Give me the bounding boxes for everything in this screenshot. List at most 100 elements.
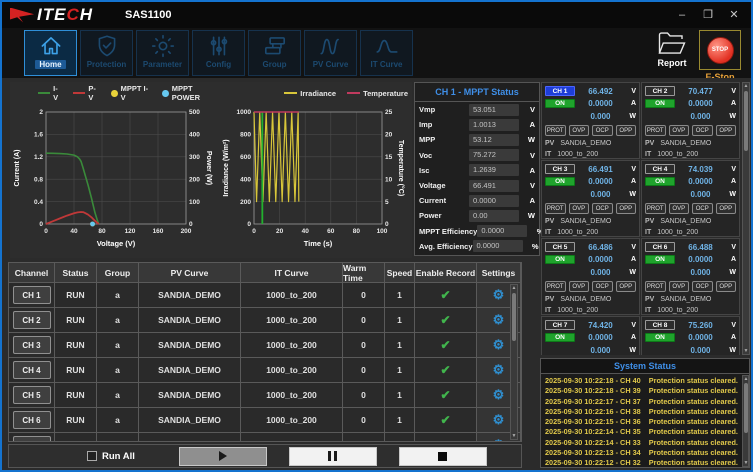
gear-icon[interactable]: ⚙ xyxy=(493,287,505,303)
channel-cell-button[interactable]: CH 1 xyxy=(13,286,51,304)
prot-button-prot[interactable]: PROT xyxy=(645,125,666,136)
report-button[interactable]: Report xyxy=(657,30,687,68)
column-header-channel[interactable]: Channel xyxy=(9,263,55,283)
prot-button-ocp[interactable]: OCP xyxy=(592,203,613,214)
close-button[interactable]: ✕ xyxy=(721,5,747,25)
cell-it_curve: 1000_to_200 xyxy=(241,383,343,408)
prot-button-opp[interactable]: OPP xyxy=(616,125,637,136)
channel-select-button[interactable]: CH 5 xyxy=(545,242,575,252)
prot-button-ocp[interactable]: OCP xyxy=(692,281,713,292)
channel-select-button[interactable]: CH 7 xyxy=(545,320,575,330)
gear-icon[interactable]: ⚙ xyxy=(493,387,505,403)
channel-cell-button[interactable]: CH 5 xyxy=(13,386,51,404)
toolbar-item-it-curve[interactable]: IT Curve xyxy=(360,30,413,76)
pause-button[interactable] xyxy=(289,447,377,466)
channel-cell-button[interactable]: CH 3 xyxy=(13,336,51,354)
run-all-checkbox[interactable] xyxy=(87,451,97,461)
legend-item-p-v: P-V xyxy=(73,84,100,102)
channel-select-button[interactable]: CH 6 xyxy=(645,242,675,252)
column-header-enable-record[interactable]: Enable Record xyxy=(415,263,477,283)
channel-cell-button[interactable]: CH 7 xyxy=(13,436,51,442)
legend-label: P-V xyxy=(88,84,100,102)
table-row[interactable]: CH 1RUNaSANDIA_DEMO1000_to_20001✔⚙ xyxy=(9,283,521,308)
channel-select-button[interactable]: CH 8 xyxy=(645,320,675,330)
prot-button-opp[interactable]: OPP xyxy=(716,203,737,214)
column-header-status[interactable]: Status xyxy=(55,263,97,283)
prot-button-prot[interactable]: PROT xyxy=(545,125,566,136)
channel-on-button[interactable]: ON xyxy=(545,255,575,264)
prot-button-opp[interactable]: OPP xyxy=(616,203,637,214)
column-header-settings[interactable]: Settings xyxy=(477,263,521,283)
system-log-scrollbar[interactable]: ▲ ▼ xyxy=(742,375,749,467)
channel-on-button[interactable]: ON xyxy=(545,333,575,342)
channel-cell-button[interactable]: CH 4 xyxy=(13,361,51,379)
prot-button-prot[interactable]: PROT xyxy=(645,203,666,214)
stop-button[interactable] xyxy=(399,447,487,466)
column-header-it-curve[interactable]: IT Curve xyxy=(241,263,343,283)
prot-button-ovp[interactable]: OVP xyxy=(569,281,590,292)
channel-cell-button[interactable]: CH 2 xyxy=(13,311,51,329)
main-toolbar: HomeProtectionParameterConfigGroupPV Cur… xyxy=(2,28,751,78)
table-row[interactable]: CH 7RUNaSANDIA_DEMO1000_to_20001✔⚙ xyxy=(9,433,521,442)
prot-button-opp[interactable]: OPP xyxy=(716,125,737,136)
gear-icon[interactable]: ⚙ xyxy=(493,312,505,328)
table-row[interactable]: CH 3RUNaSANDIA_DEMO1000_to_20001✔⚙ xyxy=(9,333,521,358)
channel-on-button[interactable]: ON xyxy=(645,255,675,264)
channel-on-button[interactable]: ON xyxy=(545,99,575,108)
column-header-warm-time[interactable]: Warm Time xyxy=(343,263,385,283)
toolbar-item-config[interactable]: Config xyxy=(192,30,245,76)
channel-cell-button[interactable]: CH 6 xyxy=(13,411,51,429)
channel-on-button[interactable]: ON xyxy=(545,177,575,186)
play-button[interactable] xyxy=(179,447,267,466)
prot-button-opp[interactable]: OPP xyxy=(616,281,637,292)
toolbar-item-pv-curve[interactable]: PV Curve xyxy=(304,30,357,76)
toolbar-item-group[interactable]: Group xyxy=(248,30,301,76)
gear-icon[interactable]: ⚙ xyxy=(493,437,505,442)
gear-icon[interactable]: ⚙ xyxy=(493,362,505,378)
column-header-speed[interactable]: Speed xyxy=(385,263,415,283)
maximize-button[interactable]: ❒ xyxy=(695,5,721,25)
table-row[interactable]: CH 6RUNaSANDIA_DEMO1000_to_20001✔⚙ xyxy=(9,408,521,433)
channel-value: 0.000 xyxy=(577,346,624,355)
estop-button[interactable]: STOP E-Stop xyxy=(699,30,741,82)
gear-icon[interactable]: ⚙ xyxy=(493,412,505,428)
prot-button-prot[interactable]: PROT xyxy=(645,281,666,292)
toolbar-item-protection[interactable]: Protection xyxy=(80,30,133,76)
prot-button-opp[interactable]: OPP xyxy=(716,281,737,292)
svg-text:25: 25 xyxy=(385,109,393,116)
prot-button-prot[interactable]: PROT xyxy=(545,281,566,292)
prot-button-ocp[interactable]: OCP xyxy=(592,281,613,292)
minimize-button[interactable]: – xyxy=(669,5,695,25)
cell-group: a xyxy=(97,383,139,408)
toolbar-item-parameter[interactable]: Parameter xyxy=(136,30,189,76)
prot-button-ovp[interactable]: OVP xyxy=(669,125,690,136)
gear-icon[interactable]: ⚙ xyxy=(493,337,505,353)
prot-button-ocp[interactable]: OCP xyxy=(592,125,613,136)
table-row[interactable]: CH 5RUNaSANDIA_DEMO1000_to_20001✔⚙ xyxy=(9,383,521,408)
column-header-group[interactable]: Group xyxy=(97,263,139,283)
prot-button-ovp[interactable]: OVP xyxy=(569,203,590,214)
cell-pv_curve: SANDIA_DEMO xyxy=(139,358,241,383)
channel-grid-scrollbar[interactable]: ▲ ▼ xyxy=(742,82,750,355)
channel-on-button[interactable]: ON xyxy=(645,333,675,342)
mppt-row-current: Current0.0000A xyxy=(415,193,539,208)
prot-button-ovp[interactable]: OVP xyxy=(569,125,590,136)
channel-on-button[interactable]: ON xyxy=(645,177,675,186)
prot-button-prot[interactable]: PROT xyxy=(545,203,566,214)
column-header-pv-curve[interactable]: PV Curve xyxy=(139,263,241,283)
log-message: Protection status cleared. xyxy=(649,458,738,467)
table-scrollbar[interactable]: ▲ ▼ xyxy=(510,284,518,440)
table-row[interactable]: CH 2RUNaSANDIA_DEMO1000_to_20001✔⚙ xyxy=(9,308,521,333)
prot-button-ovp[interactable]: OVP xyxy=(669,281,690,292)
prot-button-ocp[interactable]: OCP xyxy=(692,125,713,136)
channel-on-button[interactable]: ON xyxy=(645,99,675,108)
channel-select-button[interactable]: CH 1 xyxy=(545,86,575,96)
channel-select-button[interactable]: CH 2 xyxy=(645,86,675,96)
table-row[interactable]: CH 4RUNaSANDIA_DEMO1000_to_20001✔⚙ xyxy=(9,358,521,383)
prot-button-ocp[interactable]: OCP xyxy=(692,203,713,214)
stop-icon: STOP xyxy=(707,37,734,64)
channel-select-button[interactable]: CH 3 xyxy=(545,164,575,174)
toolbar-item-home[interactable]: Home xyxy=(24,30,77,76)
channel-select-button[interactable]: CH 4 xyxy=(645,164,675,174)
prot-button-ovp[interactable]: OVP xyxy=(669,203,690,214)
